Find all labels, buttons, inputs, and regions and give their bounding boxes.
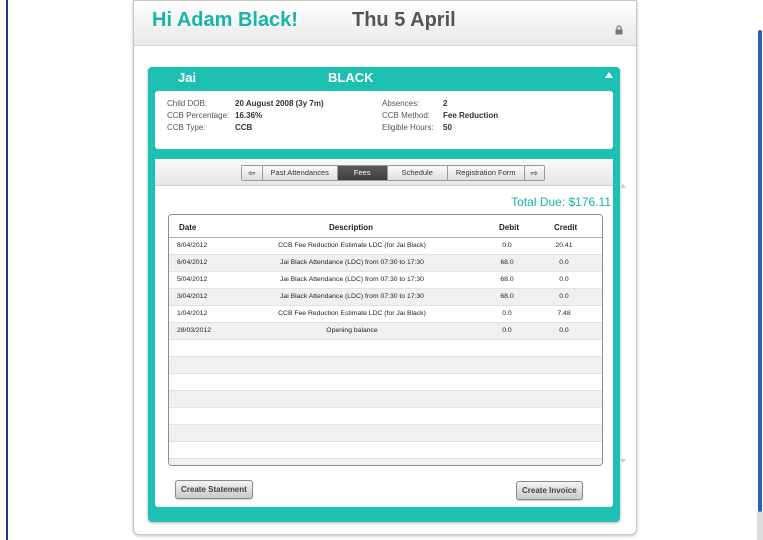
- parent-dashboard-card: Hi Adam Black! Thu 5 April Jai BLACK Chi…: [133, 0, 637, 535]
- tab-schedule[interactable]: Schedule: [387, 166, 448, 180]
- cell-debit: 0.0: [502, 242, 512, 249]
- eligible-hours-value: 50: [443, 123, 452, 132]
- cell-credit: 20.41: [555, 242, 573, 249]
- fees-panel: ⇦ Past Attendances Fees Schedule Registr…: [155, 159, 626, 507]
- table-row[interactable]: 1/04/2012 CCB Fee Reduction Estimate LDC…: [169, 306, 602, 323]
- tab-bar: ⇦ Past Attendances Fees Schedule Registr…: [155, 159, 613, 186]
- cell-credit: 0.0: [559, 276, 569, 283]
- create-invoice-button[interactable]: Create Invoice: [516, 481, 583, 500]
- cell-description: Opening balance: [326, 327, 378, 334]
- table-body: 8/04/2012 CCB Fee Reduction Estimate LDC…: [169, 238, 602, 465]
- current-date: Thu 5 April: [352, 9, 456, 31]
- total-due: Total Due: $176.11: [511, 195, 611, 209]
- cell-credit: 0.0: [559, 259, 569, 266]
- column-header-date: Date: [179, 223, 197, 232]
- ccb-type-label: CCB Type:: [167, 123, 206, 132]
- cell-description: CCB Fee Reduction Estimate LDC (for Jai …: [278, 310, 426, 317]
- table-row[interactable]: 5/04/2012 Jai Black Attendance (LDC) fro…: [169, 272, 602, 289]
- tab-group: ⇦ Past Attendances Fees Schedule Registr…: [241, 165, 546, 181]
- cell-credit: 0.0: [559, 327, 569, 334]
- scroll-down-icon[interactable]: [620, 459, 626, 463]
- greeting-text: Hi Adam Black!: [152, 9, 298, 31]
- lock-icon[interactable]: [614, 25, 624, 35]
- collapse-arrow-icon[interactable]: [605, 72, 613, 78]
- empty-row: [169, 408, 602, 425]
- empty-row: [169, 357, 602, 374]
- right-window-edge: [758, 30, 762, 512]
- child-first-name: Jai: [178, 70, 197, 85]
- cell-credit: 7.48: [557, 310, 571, 317]
- ccb-method-value: Fee Reduction: [443, 111, 499, 120]
- table-row[interactable]: 8/04/2012 CCB Fee Reduction Estimate LDC…: [169, 238, 602, 255]
- table-row[interactable]: 3/04/2012 Jai Black Attendance (LDC) fro…: [169, 289, 602, 306]
- cell-description: Jai Black Attendance (LDC) from 07:30 to…: [280, 276, 424, 283]
- ccb-type-value: CCB: [235, 123, 253, 132]
- empty-row: [169, 442, 602, 459]
- ccb-percentage-label: CCB Percentage:: [167, 111, 230, 120]
- cell-debit: 68.0: [500, 276, 514, 283]
- scroll-up-icon[interactable]: [620, 184, 626, 188]
- empty-row: [169, 459, 602, 465]
- empty-row: [169, 425, 602, 442]
- child-panel: Jai BLACK Child DOB: 20 August 2008 (3y …: [148, 67, 626, 522]
- tab-registration-form[interactable]: Registration Form: [447, 166, 525, 180]
- table-header: Date Description Debit Credit: [169, 215, 602, 238]
- ccb-percentage-value: 16.36%: [235, 111, 263, 120]
- create-statement-button[interactable]: Create Statement: [175, 480, 253, 499]
- empty-row: [169, 374, 602, 391]
- child-info-box: Child DOB: 20 August 2008 (3y 7m) CCB Pe…: [155, 91, 613, 149]
- cell-description: CCB Fee Reduction Estimate LDC (for Jai …: [278, 242, 426, 249]
- left-window-edge: [6, 0, 8, 540]
- child-name-header[interactable]: Jai BLACK: [148, 67, 620, 87]
- cell-debit: 0.0: [502, 327, 512, 334]
- empty-row: [169, 391, 602, 408]
- eligible-hours-label: Eligible Hours:: [382, 123, 434, 132]
- absences-label: Absences:: [382, 99, 420, 108]
- cell-description: Jai Black Attendance (LDC) from 07:30 to…: [280, 259, 424, 266]
- column-header-description: Description: [329, 223, 374, 232]
- header-bar: Hi Adam Black! Thu 5 April: [134, 1, 636, 46]
- tab-fees[interactable]: Fees: [337, 166, 388, 180]
- empty-row: [169, 340, 602, 357]
- tab-past-attendances[interactable]: Past Attendances: [262, 166, 338, 180]
- right-window-corner: [757, 512, 763, 540]
- column-header-credit: Credit: [554, 223, 578, 232]
- tab-previous-arrow-icon[interactable]: ⇦: [242, 166, 263, 180]
- dob-value: 20 August 2008 (3y 7m): [235, 99, 324, 108]
- column-header-debit: Debit: [499, 223, 519, 232]
- fees-table: Date Description Debit Credit 8/04/2012 …: [168, 214, 603, 466]
- cell-credit: 0.0: [559, 293, 569, 300]
- ccb-method-label: CCB Method:: [382, 111, 431, 120]
- tab-next-arrow-icon[interactable]: ⇨: [524, 166, 545, 180]
- cell-debit: 68.0: [500, 259, 514, 266]
- table-row[interactable]: 28/03/2012 Opening balance 0.0 0.0: [169, 323, 602, 340]
- dob-label: Child DOB:: [167, 99, 208, 108]
- cell-description: Jai Black Attendance (LDC) from 07:30 to…: [280, 293, 424, 300]
- table-row[interactable]: 6/04/2012 Jai Black Attendance (LDC) fro…: [169, 255, 602, 272]
- child-last-name: BLACK: [328, 70, 374, 85]
- absences-value: 2: [443, 99, 448, 108]
- cell-debit: 68.0: [500, 293, 514, 300]
- cell-debit: 0.0: [502, 310, 512, 317]
